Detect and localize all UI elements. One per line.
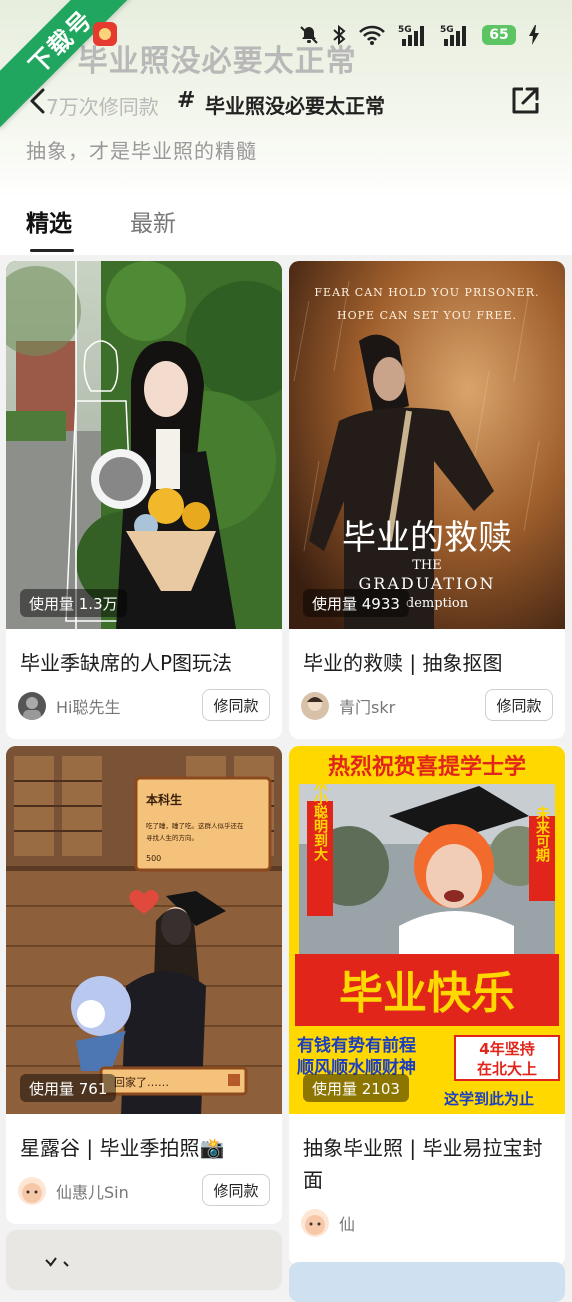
template-card-partial[interactable]	[6, 1230, 282, 1290]
card-title[interactable]: 星露谷 | 毕业季拍照📸	[20, 1132, 270, 1164]
template-card[interactable]: 使用量 1.3万 毕业季缺席的人P图玩法 Hi聪先生 修同款	[6, 261, 282, 739]
author-name[interactable]: Hi聪先生	[56, 694, 120, 718]
tab-indicator	[30, 249, 74, 252]
poster-cn-title: 毕业的救赎	[342, 518, 512, 558]
topic-title: 毕业照没必要太正常	[205, 94, 385, 118]
card-thumbnail[interactable]: 本科生 吃了睡，睡了吃。这群人似乎还在 寻找人生的方向。 500 回家了…… 使…	[6, 746, 282, 1114]
poster-graduation-banner: 热烈祝贺喜提学士学 从小聪明到大 未来可期 毕业快乐 有钱有势有前程 顺风顺水顺…	[289, 746, 565, 1114]
poster-big-text: 毕业快乐	[339, 968, 515, 1019]
poster-graduation-redemption: FEAR CAN HOLD YOU PRISONER. HOPE CAN SET…	[289, 261, 565, 629]
card-title[interactable]: 抽象毕业照 | 毕业易拉宝封面	[303, 1132, 553, 1196]
game-box-title: 本科生	[146, 792, 182, 807]
author-name[interactable]: 仙惠儿Sin	[56, 1179, 129, 1203]
usage-badge: 使用量 2103	[303, 1074, 409, 1102]
poster-banner: 热烈祝贺喜提学士学	[328, 754, 526, 780]
wifi-icon	[359, 25, 385, 45]
card-thumbnail[interactable]: FEAR CAN HOLD YOU PRISONER. HOPE CAN SET…	[289, 261, 565, 629]
card-thumbnail-partial	[6, 1230, 282, 1290]
svg-text:5G: 5G	[440, 25, 454, 35]
poster-box-2: 在北大上	[477, 1060, 537, 1078]
game-money: 500	[146, 854, 161, 863]
tab-featured[interactable]: 精选	[26, 204, 72, 238]
poster-left-vertical: 从小聪明到大	[312, 777, 328, 862]
poster-tagline-2: HOPE CAN SET YOU FREE.	[337, 309, 517, 322]
author-name[interactable]: 青门skr	[339, 694, 395, 718]
template-card-partial[interactable]	[289, 1262, 565, 1302]
topic-subtitle: 抽象，才是毕业照的精髓	[26, 139, 257, 163]
usage-badge: 使用量 4933	[303, 589, 409, 617]
template-card[interactable]: 热烈祝贺喜提学士学 从小聪明到大 未来可期 毕业快乐 有钱有势有前程 顺风顺水顺…	[289, 746, 565, 1266]
hashtag-icon: #	[177, 88, 196, 113]
poster-tagline-1: FEAR CAN HOLD YOU PRISONER.	[314, 286, 539, 299]
battery-indicator: 65	[482, 25, 516, 45]
usage-badge: 使用量 1.3万	[20, 589, 127, 617]
author-info[interactable]: 仙惠儿Sin	[18, 1174, 129, 1208]
author-info[interactable]: Hi聪先生	[18, 689, 120, 723]
card-thumbnail[interactable]: 使用量 1.3万	[6, 261, 282, 629]
game-box-text-1: 吃了睡，睡了吃。这群人似乎还在	[146, 821, 244, 830]
poster-en-1: THE	[412, 558, 442, 573]
nav-bar: 7万次修同款 # 毕业照没必要太正常	[0, 80, 572, 124]
signal-5g-icon: 5G	[398, 25, 424, 46]
avatar[interactable]	[301, 1209, 329, 1237]
card-thumbnail[interactable]: 热烈祝贺喜提学士学 从小聪明到大 未来可期 毕业快乐 有钱有势有前程 顺风顺水顺…	[289, 746, 565, 1114]
signal-5g-icon-2: 5G	[440, 25, 466, 46]
template-card[interactable]: 本科生 吃了睡，睡了吃。这群人似乎还在 寻找人生的方向。 500 回家了…… 使…	[6, 746, 282, 1224]
remake-button[interactable]: 修同款	[202, 1174, 270, 1206]
poster-right-vertical: 未来可期	[534, 805, 551, 863]
card-title[interactable]: 毕业的救赎 | 抽象抠图	[303, 647, 553, 679]
avatar[interactable]	[18, 692, 46, 720]
author-name[interactable]: 仙	[339, 1211, 355, 1235]
author-info[interactable]: 青门skr	[301, 689, 395, 723]
tab-bar: 精选 最新	[0, 190, 572, 254]
usage-badge: 使用量 761	[20, 1074, 117, 1102]
poster-line-1: 有钱有势有前程	[297, 1035, 416, 1056]
svg-text:5G: 5G	[398, 25, 412, 35]
remake-button[interactable]: 修同款	[485, 689, 553, 721]
remake-button[interactable]: 修同款	[202, 689, 270, 721]
photo-graduate-garden	[6, 261, 282, 629]
game-box-text-2: 寻找人生的方向。	[146, 833, 198, 842]
usage-count-faded: 7万次修同款	[46, 95, 159, 119]
share-icon[interactable]	[508, 84, 542, 118]
avatar[interactable]	[301, 692, 329, 720]
template-card[interactable]: FEAR CAN HOLD YOU PRISONER. HOPE CAN SET…	[289, 261, 565, 739]
avatar[interactable]	[18, 1177, 46, 1205]
photo-stardew-library: 本科生 吃了睡，睡了吃。这群人似乎还在 寻找人生的方向。 500 回家了……	[6, 746, 282, 1114]
poster-bottom: 这学到此为止	[444, 1090, 534, 1108]
poster-en-3: demption	[406, 596, 469, 611]
app-icon	[93, 22, 117, 46]
charging-icon	[529, 25, 539, 45]
card-title[interactable]: 毕业季缺席的人P图玩法	[20, 647, 270, 679]
poster-box-1: 4年坚持	[479, 1040, 534, 1058]
game-dialog: 回家了……	[114, 1075, 169, 1089]
topic-title-large: # 毕业照没必要太正常	[40, 44, 357, 79]
tab-latest[interactable]: 最新	[130, 204, 176, 238]
author-info[interactable]: 仙	[301, 1206, 355, 1240]
